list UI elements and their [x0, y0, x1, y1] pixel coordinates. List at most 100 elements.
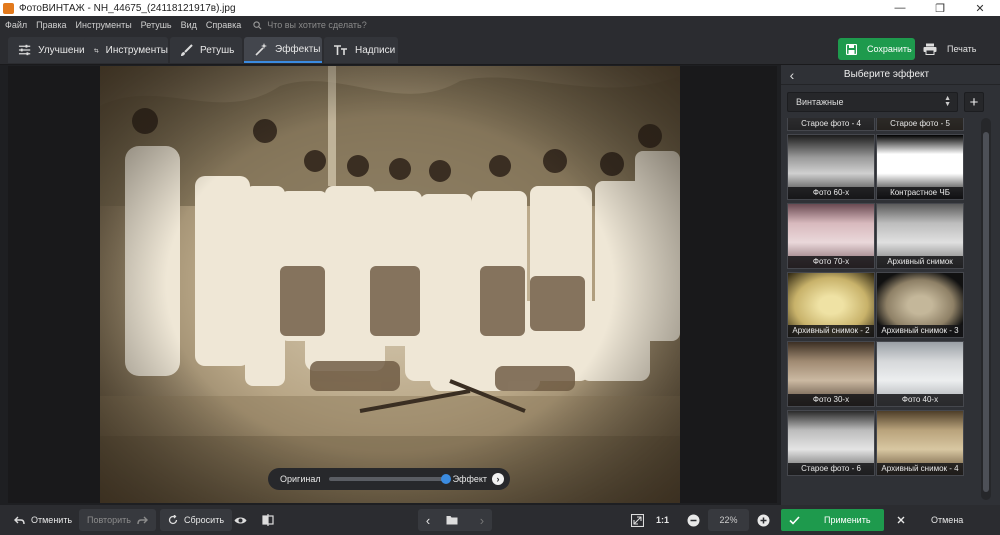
cancel-label: Отмена — [931, 515, 964, 525]
menu-bar: Файл Правка Инструменты Ретушь Вид Справ… — [0, 16, 1000, 34]
brush-icon — [181, 43, 193, 56]
menu-help[interactable]: Справка — [206, 20, 241, 30]
redo-label: Повторить — [87, 515, 131, 525]
menu-retouch[interactable]: Ретушь — [141, 20, 172, 30]
menu-view[interactable]: Вид — [181, 20, 197, 30]
effects-grid: Старое фото - 4 Старое фото - 5 Фото 60-х К… — [787, 118, 967, 500]
close-button[interactable]: ✕ — [960, 2, 1000, 15]
save-label: Сохранить — [867, 44, 912, 54]
effect-thumbnail[interactable]: Фото 30-х — [787, 341, 875, 407]
effect-label: Архивный снимок - 2 — [788, 325, 874, 337]
print-label: Печать — [947, 44, 977, 54]
maximize-button[interactable]: ❐ — [920, 2, 960, 15]
add-effect-button[interactable]: + — [964, 92, 984, 112]
printer-icon — [923, 43, 937, 55]
effect-label: Старое фото - 5 — [877, 118, 963, 130]
reset-label: Сбросить — [184, 515, 225, 525]
effect-label: Фото 40-х — [877, 394, 963, 406]
zoom-out-button[interactable] — [685, 509, 702, 531]
effect-label: Фото 70-х — [788, 256, 874, 268]
compare-next-icon[interactable]: › — [492, 473, 505, 485]
tab-tools-label: Инструменты — [105, 44, 168, 56]
effect-label: Фото 60-х — [788, 187, 874, 199]
effect-thumbnail[interactable]: Фото 60-х — [787, 134, 875, 200]
minus-icon — [687, 514, 700, 526]
effect-thumbnail[interactable]: Архивный снимок - 2 — [787, 272, 875, 338]
close-icon — [897, 516, 905, 524]
menu-tools[interactable]: Инструменты — [76, 20, 132, 30]
tab-retouch-label: Ретушь — [200, 44, 235, 56]
tab-captions[interactable]: Надписи — [324, 37, 398, 63]
folder-icon[interactable] — [446, 515, 458, 525]
sliders-icon — [18, 44, 31, 56]
command-search[interactable]: Что вы хотите сделать? — [253, 20, 367, 30]
next-image-icon[interactable]: › — [480, 513, 484, 528]
reset-button[interactable]: Сбросить — [160, 509, 233, 531]
effect-label: Архивный снимок — [877, 256, 963, 268]
actual-size-button[interactable]: 1:1 — [652, 509, 673, 531]
crop-icon — [94, 47, 99, 53]
menu-file[interactable]: Файл — [5, 20, 27, 30]
tab-enhancements[interactable]: Улучшения — [8, 37, 90, 63]
split-view-button[interactable] — [258, 509, 278, 531]
effect-label: Архивный снимок - 4 — [877, 463, 963, 475]
plus-icon — [757, 514, 770, 526]
effect-label: Архивный снимок - 3 — [877, 325, 963, 337]
effect-thumbnail[interactable]: Контрастное ЧБ — [876, 134, 964, 200]
select-arrows-icon: ▲ ▼ — [944, 95, 951, 108]
effect-thumbnail[interactable]: Архивный снимок — [876, 203, 964, 269]
vintage-photo[interactable] — [100, 66, 680, 503]
effect-thumbnail[interactable]: Архивный снимок - 3 — [876, 272, 964, 338]
effect-category-select[interactable]: Винтажные ▲ ▼ — [787, 92, 958, 112]
redo-icon — [137, 516, 148, 524]
effect-thumbnail[interactable]: Старое фото - 5 — [876, 118, 964, 131]
app-icon — [3, 2, 14, 14]
tab-retouch[interactable]: Ретушь — [170, 37, 242, 63]
effect-thumbnail[interactable]: Архивный снимок - 4 — [876, 410, 964, 476]
zoom-value[interactable]: 22% — [708, 509, 749, 531]
panel-title: Выберите эффект — [843, 69, 930, 80]
original-label: Оригинал — [280, 474, 321, 484]
effect-label: Старое фото - 6 — [788, 463, 874, 475]
minimize-button[interactable]: — — [880, 2, 920, 15]
compare-track[interactable] — [328, 474, 451, 484]
floppy-disk-icon — [846, 43, 857, 55]
zoom-in-button[interactable] — [755, 509, 772, 531]
effect-label: Контрастное ЧБ — [877, 187, 963, 199]
effect-thumbnail[interactable]: Старое фото - 4 — [787, 118, 875, 131]
search-placeholder: Что вы хотите сделать? — [267, 20, 367, 30]
effect-label: Фото 30-х — [788, 394, 874, 406]
title-bar: ФотоВИНТАЖ - NH_44675_(24118121917в).jpg… — [0, 0, 1000, 16]
tab-captions-label: Надписи — [355, 44, 396, 56]
redo-button[interactable]: Повторить — [79, 509, 156, 531]
print-button[interactable]: Печать — [920, 38, 994, 60]
menu-edit[interactable]: Правка — [36, 20, 66, 30]
fit-to-screen-button[interactable] — [629, 509, 646, 531]
panel-scrollbar[interactable] — [981, 118, 991, 500]
apply-button[interactable]: Применить — [781, 509, 884, 531]
effect-thumbnail[interactable]: Фото 40-х — [876, 341, 964, 407]
scrollbar-thumb[interactable] — [983, 132, 989, 492]
compare-slider[interactable]: Оригинал Эффект › — [268, 468, 510, 490]
tab-tools[interactable]: Инструменты — [84, 37, 168, 63]
magic-wand-icon — [255, 42, 267, 56]
undo-button[interactable]: Отменить — [6, 509, 80, 531]
effect-thumbnail[interactable]: Старое фото - 6 — [787, 410, 875, 476]
tab-effects-label: Эффекты — [275, 43, 321, 55]
eye-icon — [234, 517, 247, 523]
undo-icon — [14, 516, 25, 524]
effects-panel: ‹ Выберите эффект Винтажные ▲ ▼ + Старое … — [781, 65, 1000, 505]
preview-button[interactable] — [230, 509, 251, 531]
split-view-icon — [262, 514, 274, 526]
effect-thumbnail[interactable]: Фото 70-х — [787, 203, 875, 269]
tab-effects[interactable]: Эффекты — [244, 37, 322, 63]
image-navigator: ‹ › — [418, 509, 492, 531]
search-icon — [253, 20, 262, 29]
prev-image-icon[interactable]: ‹ — [426, 513, 430, 528]
apply-label: Применить — [824, 515, 871, 525]
save-button[interactable]: Сохранить — [838, 38, 915, 60]
cancel-button[interactable]: Отмена — [889, 509, 997, 531]
photo-content — [100, 66, 680, 503]
compare-knob[interactable] — [440, 474, 451, 484]
back-arrow-icon[interactable]: ‹ — [781, 67, 803, 83]
